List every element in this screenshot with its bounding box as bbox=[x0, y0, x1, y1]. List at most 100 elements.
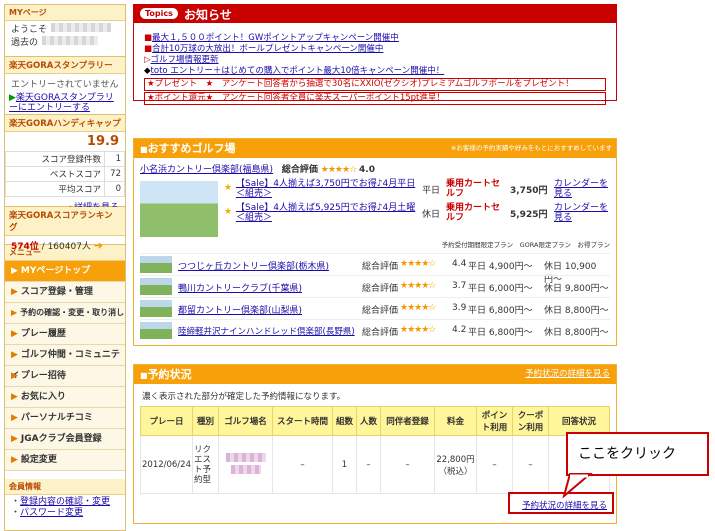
menu-item-history[interactable]: ▶ プレー履歴 bbox=[5, 324, 125, 345]
arrow-icon: ▶ bbox=[9, 93, 16, 103]
reservation-table: プレー日 種別 ゴルフ場名 スタート時間 組数 人数 同伴者登録 料金 ポイント… bbox=[140, 406, 610, 494]
mypage-label: MYページ bbox=[5, 5, 125, 21]
topic-link[interactable]: toto エントリー＋はじめての購入でポイント最大10倍キャンペーン開催中！ bbox=[151, 66, 445, 76]
plan-price: 5,925円 bbox=[510, 210, 548, 220]
course-name-blur bbox=[230, 464, 261, 474]
topics-title: お知らせ bbox=[184, 8, 232, 22]
plan-link[interactable]: 【Sale】4人揃えば3,750円でお得♪4月平日＜組売＞ bbox=[236, 179, 416, 199]
course-thumbnail[interactable] bbox=[140, 300, 172, 317]
menu-item-invite[interactable]: ▶ プレー招待 bbox=[5, 366, 125, 387]
menu-item-community[interactable]: ▶ゴルフ仲間・コミュニティ bbox=[5, 345, 125, 380]
score-stats-table: スコア登録件数 1 ベストスコア 72 平均スコア 0 bbox=[5, 151, 125, 197]
arrow-icon: ▶ bbox=[11, 413, 18, 423]
ranking-box: 楽天GORAスコアランキング 574位 / 160407人 ➔ bbox=[5, 207, 125, 252]
recommend-panel: ■おすすめゴルフ場 ※お客様の予約実績や好みをもとにおすすめしています 小名浜カ… bbox=[133, 138, 617, 346]
play-date: 2012/06/24 bbox=[140, 435, 193, 494]
column-header: 人数 bbox=[356, 406, 381, 436]
topic-item[interactable]: ◆toto エントリー＋はじめての購入でポイント最大10倍キャンペーン開催中！ bbox=[134, 66, 616, 77]
course-row: つつじヶ丘カントリー倶楽部(栃木県) 総合評価 ★★★★☆ 4.4 平日 4,9… bbox=[140, 253, 610, 285]
main-course-link[interactable]: 小名浜カントリー倶楽部(福島県) bbox=[140, 165, 273, 175]
star-rating-icon: ★★★★☆ bbox=[400, 303, 436, 313]
topic-item[interactable]: ■合計10万球の大放出！ボールプレゼントキャンペーン開催中 bbox=[134, 44, 616, 55]
menu-item-jga[interactable]: ▶ JGAクラブ会員登録 bbox=[5, 429, 125, 450]
callout-text: ここをクリック bbox=[578, 446, 676, 462]
promo-points-text: ★ポイント還元★ アンケート回答者全員に楽天スーパーポイント15pt進呈！ bbox=[147, 93, 445, 103]
star-rating-icon: ★★★★☆ bbox=[400, 281, 436, 291]
holiday-price: 休日 9,800円〜 bbox=[544, 284, 609, 294]
table-row[interactable]: 2012/06/24 リクエスト予約型 – 1 – – 22,800円（税込） … bbox=[140, 435, 610, 494]
star-rating-icon: ★★★★☆ bbox=[400, 325, 436, 335]
stat-value: 1 bbox=[104, 151, 125, 167]
menu-item-settings[interactable]: ▶ 設定変更 bbox=[5, 450, 125, 471]
course-link[interactable]: つつじヶ丘カントリー倶楽部(栃木県) bbox=[178, 259, 329, 272]
course-link[interactable]: 陸締軽井沢ナインハンドレッド倶楽部(長野県) bbox=[178, 325, 355, 337]
bullet-icon: ■ bbox=[144, 44, 153, 54]
password-change-link[interactable]: パスワード変更 bbox=[20, 508, 83, 518]
calendar-link[interactable]: カレンダーを見る bbox=[554, 203, 608, 223]
course-thumbnail[interactable] bbox=[140, 256, 172, 273]
table-header-row: プレー日 種別 ゴルフ場名 スタート時間 組数 人数 同伴者登録 料金 ポイント… bbox=[140, 406, 610, 436]
member-edit-link[interactable]: 登録内容の確認・変更 bbox=[20, 497, 110, 507]
plan-cart: 乗用カートセルフ bbox=[446, 179, 501, 199]
star-badge-icon: ★ bbox=[224, 183, 233, 193]
topic-link[interactable]: 合計10万球の大放出！ボールプレゼントキャンペーン開催中 bbox=[152, 44, 383, 54]
menu-item-score[interactable]: ▶ スコア登録・管理 bbox=[5, 282, 125, 303]
arrow-icon: ▶ bbox=[11, 434, 18, 444]
course-name-cell[interactable] bbox=[218, 435, 273, 494]
reservation-title: 予約状況 bbox=[147, 368, 192, 381]
arrow-icon: ▶ bbox=[11, 392, 18, 402]
holiday-price: 休日 8,800円〜 bbox=[544, 306, 609, 316]
eval-label: 総合評価 bbox=[362, 306, 399, 316]
menu-box: メニュー ▶ MYページトップ ▶ スコア登録・管理 ▶ 予約の確認・変更・取り消し … bbox=[5, 245, 125, 471]
column-header: スタート時間 bbox=[272, 406, 333, 436]
stat-row: スコア登録件数 1 bbox=[5, 151, 125, 167]
arrow-icon: ▶ bbox=[11, 287, 18, 297]
course-link[interactable]: 都留カントリー倶楽部(山梨県) bbox=[178, 303, 302, 316]
weekday-price: 平日 6,000円〜 bbox=[468, 284, 533, 294]
reservation-note: 濃く表示された部分が確定した予約情報になります。 bbox=[142, 392, 346, 402]
stamp-rally-status: エントリーされていません bbox=[11, 80, 119, 90]
calendar-link[interactable]: カレンダーを見る bbox=[554, 179, 608, 199]
promo-points[interactable]: ★ポイント還元★ アンケート回答者全員に楽天スーパーポイント15pt進呈！ bbox=[144, 92, 606, 105]
topic-item[interactable]: ▷ゴルフ場情報更新 bbox=[134, 55, 616, 66]
course-link[interactable]: 鴨川カントリークラブ(千葉県) bbox=[178, 281, 302, 294]
course-photo[interactable] bbox=[140, 181, 218, 237]
menu-item-personal[interactable]: ▶ パーソナルチコミ bbox=[5, 408, 125, 429]
weekday-price: 平日 6,800円〜 bbox=[468, 328, 533, 338]
topic-item[interactable]: ■最大１,５００ポイント！GWポイントアップキャンペーン開催中 bbox=[134, 33, 616, 44]
arrow-icon: ▶ bbox=[11, 455, 18, 465]
arrow-icon: ▶ bbox=[11, 371, 18, 381]
course-thumbnail[interactable] bbox=[140, 322, 172, 339]
menu-item-label: プレー履歴 bbox=[20, 329, 66, 339]
menu-item-reservation[interactable]: ▶ 予約の確認・変更・取り消し bbox=[5, 303, 125, 324]
plan-link[interactable]: 【Sale】4人揃えば5,925円でお得♪4月土曜＜組売＞ bbox=[236, 203, 416, 223]
reservation-detail-link-top[interactable]: 予約状況の詳細を見る bbox=[525, 365, 610, 384]
point-use: – bbox=[476, 435, 513, 494]
stamp-rally-entry-link[interactable]: 楽天GORAスタンプラリーにエントリーする bbox=[9, 93, 114, 113]
stat-label: 平均スコア bbox=[5, 181, 105, 197]
promo-present[interactable]: ★プレゼント ★ アンケート回答者から抽選で30名にXXIO(ゼクシオ)プレミア… bbox=[144, 78, 606, 91]
ranking-rank: 574位 bbox=[11, 242, 39, 252]
menu-item-mypage-top[interactable]: ▶ MYページトップ bbox=[5, 261, 125, 282]
arrow-right-icon[interactable]: ➔ bbox=[94, 239, 103, 252]
reservation-detail-link[interactable]: 予約状況の詳細を見る bbox=[522, 499, 607, 511]
column-header: 料金 bbox=[434, 406, 477, 436]
course-score: 3.7 bbox=[452, 281, 467, 291]
ranking-title: 楽天GORAスコアランキング bbox=[5, 207, 125, 236]
handicap-title: 楽天GORAハンディキャップ bbox=[5, 115, 125, 132]
topic-link[interactable]: ゴルフ場情報更新 bbox=[151, 55, 219, 65]
menu-item-label: お気に入り bbox=[20, 392, 66, 402]
topic-link[interactable]: 最大１,５００ポイント！GWポイントアップキャンペーン開催中 bbox=[152, 33, 399, 43]
course-row: 鴨川カントリークラブ(千葉県) 総合評価 ★★★★☆ 3.7 平日 6,000円… bbox=[140, 275, 610, 297]
group-count: 1 bbox=[332, 435, 357, 494]
weekday-price: 平日 6,800円〜 bbox=[468, 306, 533, 316]
course-thumbnail[interactable] bbox=[140, 278, 172, 295]
handicap-box: 楽天GORAハンディキャップ 19.9 スコア登録件数 1 ベストスコア 72 平均… bbox=[5, 115, 125, 213]
arrow-icon: ▶ bbox=[11, 308, 18, 317]
menu-item-favorites[interactable]: ▶ お気に入り bbox=[5, 387, 125, 408]
column-header: 同伴者登録 bbox=[380, 406, 435, 436]
course-name-blur bbox=[225, 452, 266, 462]
course-list: つつじヶ丘カントリー倶楽部(栃木県) 総合評価 ★★★★☆ 4.4 平日 4,9… bbox=[134, 253, 616, 341]
menu-item-label: MYページトップ bbox=[20, 266, 91, 276]
reservation-type: リクエスト予約型 bbox=[192, 435, 219, 494]
